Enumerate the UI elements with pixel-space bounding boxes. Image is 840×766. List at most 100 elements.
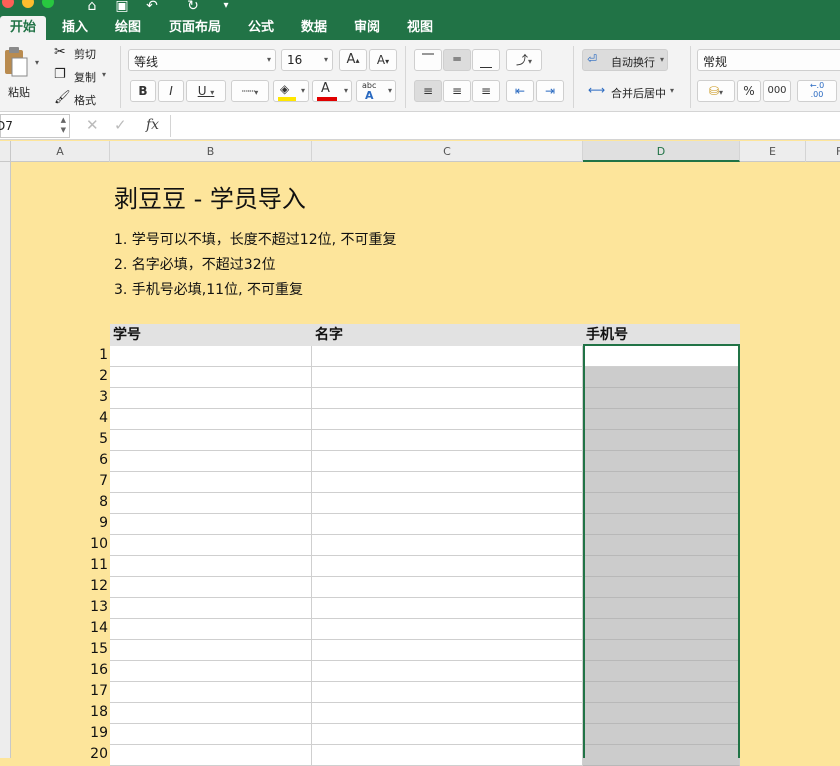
phone-cell[interactable] (583, 703, 740, 724)
name-cell[interactable] (312, 451, 583, 472)
increase-font-size-button[interactable]: A▴ (339, 49, 367, 71)
align-top-button[interactable]: ⎺ (414, 49, 442, 71)
name-cell[interactable] (312, 661, 583, 682)
align-left-button[interactable]: ≡ (414, 80, 442, 102)
merge-center-button[interactable]: ⟷ 合并后居中 ▾ (586, 82, 682, 102)
name-cell[interactable] (312, 493, 583, 514)
student-id-cell[interactable] (110, 598, 312, 619)
tab-insert[interactable]: 插入 (54, 16, 96, 40)
name-cell[interactable] (312, 514, 583, 535)
student-id-cell[interactable] (110, 703, 312, 724)
header-student-id[interactable]: 学号 (110, 324, 312, 346)
phone-cell[interactable] (583, 346, 740, 367)
undo-icon[interactable]: ↶ (144, 0, 160, 14)
phone-cell[interactable] (583, 430, 740, 451)
font-name-select[interactable]: 等线 ▾ (128, 49, 276, 71)
redo-icon[interactable]: ↻ (185, 0, 201, 14)
column-e-header[interactable]: E (740, 141, 806, 162)
phone-cell[interactable] (583, 619, 740, 640)
tab-home[interactable]: 开始 (0, 16, 46, 40)
tab-view[interactable]: 视图 (399, 16, 441, 40)
name-cell[interactable] (312, 556, 583, 577)
comma-style-button[interactable]: 000 (763, 80, 791, 102)
phone-cell[interactable] (583, 598, 740, 619)
name-cell[interactable] (312, 367, 583, 388)
align-center-button[interactable]: ≡ (443, 80, 471, 102)
name-cell[interactable] (312, 598, 583, 619)
column-b-header[interactable]: B (110, 141, 312, 162)
cut-button[interactable]: ✂ 剪切 (52, 44, 102, 62)
phonetic-button[interactable]: abc A ▾ (356, 80, 396, 102)
copy-button[interactable]: ❐ 复制 ▾ (52, 67, 112, 85)
tab-page-layout[interactable]: 页面布局 (160, 16, 230, 40)
phone-cell[interactable] (583, 472, 740, 493)
name-cell[interactable] (312, 745, 583, 766)
select-all-corner[interactable] (0, 141, 11, 162)
name-cell[interactable] (312, 346, 583, 367)
name-cell[interactable] (312, 577, 583, 598)
bold-button[interactable]: B (130, 80, 156, 102)
student-id-cell[interactable] (110, 535, 312, 556)
student-id-cell[interactable] (110, 388, 312, 409)
paste-button[interactable]: ▾ 粘贴 (2, 46, 40, 104)
customize-toolbar-icon[interactable]: ▾ (218, 0, 234, 14)
name-cell[interactable] (312, 409, 583, 430)
student-id-cell[interactable] (110, 493, 312, 514)
font-color-button[interactable]: A ▾ (312, 80, 352, 102)
format-painter-button[interactable]: 🖌 格式 (52, 90, 102, 108)
header-phone[interactable]: 手机号 (583, 324, 740, 346)
name-box-stepper-icon[interactable]: ▲ ▼ (61, 115, 66, 135)
name-cell[interactable] (312, 535, 583, 556)
student-id-cell[interactable] (110, 556, 312, 577)
student-id-cell[interactable] (110, 451, 312, 472)
home-icon[interactable]: ⌂ (84, 0, 100, 14)
student-id-cell[interactable] (110, 430, 312, 451)
phone-cell[interactable] (583, 388, 740, 409)
column-c-header[interactable]: C (312, 141, 583, 162)
align-right-button[interactable]: ≡ (472, 80, 500, 102)
name-cell[interactable] (312, 472, 583, 493)
name-cell[interactable] (312, 703, 583, 724)
fill-color-button[interactable]: ◈ ▾ (273, 80, 309, 102)
student-id-cell[interactable] (110, 514, 312, 535)
number-format-select[interactable]: 常规 (697, 49, 840, 71)
name-cell[interactable] (312, 682, 583, 703)
phone-cell[interactable] (583, 682, 740, 703)
phone-cell[interactable] (583, 409, 740, 430)
percent-button[interactable]: % (737, 80, 761, 102)
student-id-cell[interactable] (110, 367, 312, 388)
wrap-text-button[interactable]: ⏎ 自动换行 ▾ (582, 49, 668, 71)
increase-indent-button[interactable]: ⇥ (536, 80, 564, 102)
column-a-header[interactable]: A (11, 141, 110, 162)
tab-data[interactable]: 数据 (293, 16, 335, 40)
tab-formulas[interactable]: 公式 (240, 16, 282, 40)
underline-button[interactable]: U ▾ (186, 80, 226, 102)
student-id-cell[interactable] (110, 346, 312, 367)
student-id-cell[interactable] (110, 724, 312, 745)
name-cell[interactable] (312, 724, 583, 745)
student-id-cell[interactable] (110, 745, 312, 766)
decrease-font-size-button[interactable]: A▾ (369, 49, 397, 71)
close-window-button[interactable] (2, 0, 14, 8)
student-id-cell[interactable] (110, 640, 312, 661)
minimize-window-button[interactable] (22, 0, 34, 8)
cancel-icon[interactable]: ✕ (86, 116, 99, 134)
phone-cell[interactable] (583, 724, 740, 745)
name-box[interactable]: D7 ▲ ▼ (0, 114, 70, 138)
name-cell[interactable] (312, 619, 583, 640)
enter-icon[interactable]: ✓ (114, 116, 127, 134)
phone-cell[interactable] (583, 556, 740, 577)
phone-cell[interactable] (583, 367, 740, 388)
name-cell[interactable] (312, 640, 583, 661)
column-f-header[interactable]: F (806, 141, 840, 162)
zoom-window-button[interactable] (42, 0, 54, 8)
italic-button[interactable]: I (158, 80, 184, 102)
student-id-cell[interactable] (110, 661, 312, 682)
phone-cell[interactable] (583, 745, 740, 766)
name-cell[interactable] (312, 430, 583, 451)
accounting-format-button[interactable]: ⛁▾ (697, 80, 735, 102)
tab-draw[interactable]: 绘图 (107, 16, 149, 40)
phone-cell[interactable] (583, 640, 740, 661)
student-id-cell[interactable] (110, 409, 312, 430)
phone-cell[interactable] (583, 451, 740, 472)
